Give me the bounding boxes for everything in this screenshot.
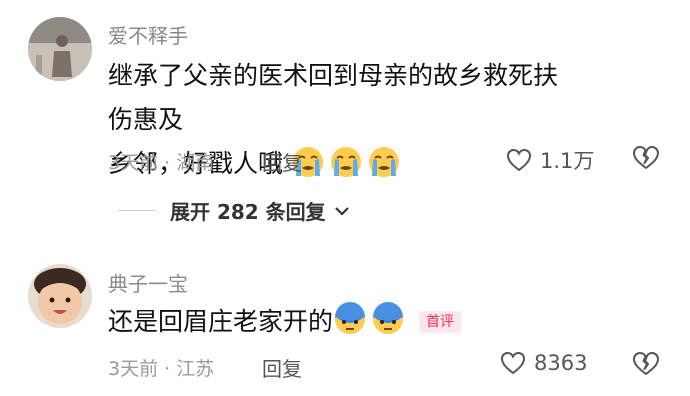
like-count: 8363: [534, 351, 588, 375]
loudly-crying-face-icon: [367, 146, 401, 192]
broken-heart-icon: [633, 146, 659, 169]
comment-meta: 3天前 · 湖南: [108, 152, 215, 174]
loudly-crying-face-icon: [329, 146, 363, 192]
heart-icon: [506, 148, 532, 172]
blue-face-emoji-icon: [333, 302, 367, 350]
divider: [118, 210, 156, 211]
like-count: 1.1万: [540, 149, 595, 173]
comment-text: 还是回眉庄老家开的 首评: [108, 300, 578, 350]
dislike-button[interactable]: [632, 351, 660, 381]
heart-icon: [500, 351, 526, 375]
broken-heart-icon: [633, 352, 659, 375]
username[interactable]: 典子一宝: [108, 268, 188, 297]
like-button[interactable]: 8363: [500, 351, 587, 375]
expand-replies-label: 展开 282 条回复: [170, 200, 326, 224]
chevron-down-icon: [334, 206, 349, 216]
blue-face-emoji-icon: [371, 302, 405, 350]
first-comment-badge: 首评: [419, 311, 462, 333]
expand-replies-button[interactable]: 展开 282 条回复: [118, 196, 352, 225]
comment-meta: 3天前 · 江苏: [108, 358, 215, 380]
reply-button[interactable]: 回复: [262, 147, 302, 176]
dislike-button[interactable]: [632, 145, 660, 175]
like-button[interactable]: 1.1万: [506, 145, 594, 175]
comment-text-line: 继承了父亲的医术回到母亲的故乡救死扶伤惠及: [108, 61, 559, 134]
username[interactable]: 爱不释手: [108, 20, 188, 49]
avatar[interactable]: [28, 17, 92, 81]
reply-button[interactable]: 回复: [262, 353, 302, 382]
avatar[interactable]: [28, 264, 92, 328]
